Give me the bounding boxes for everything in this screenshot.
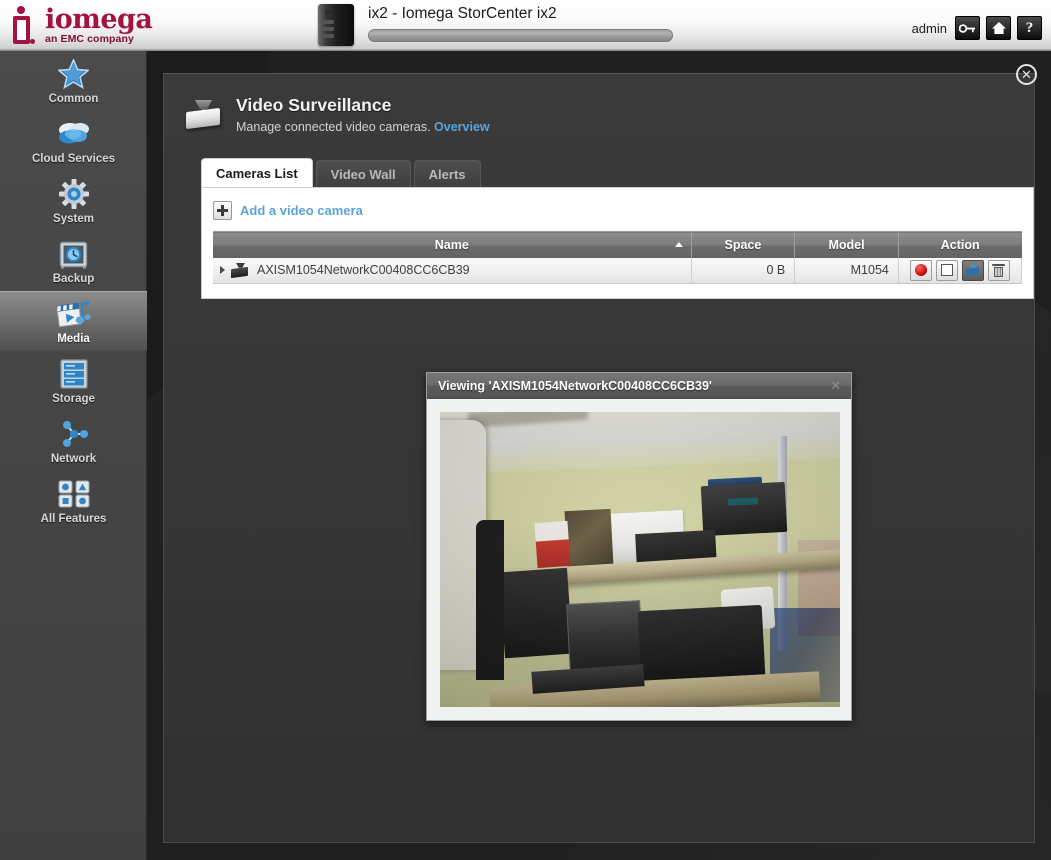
viewer-title-bar[interactable]: Viewing 'AXISM1054NetworkC00408CC6CB39' …: [427, 373, 851, 399]
logo-base-dot: [30, 39, 35, 44]
trash-icon: [992, 263, 1006, 277]
video-camera-icon: [186, 99, 224, 131]
grid-icon: [54, 478, 94, 511]
sidebar-item-label: Network: [50, 452, 97, 465]
content-card: Video Surveillance Manage connected vide…: [163, 73, 1035, 843]
device-bay: [323, 34, 334, 38]
table-row[interactable]: AXISM1054NetworkC00408CC6CB39 0 B M1054: [213, 257, 1023, 284]
plus-icon: [213, 201, 232, 220]
device-info: ix2 - Iomega StorCenter ix2: [318, 4, 673, 46]
cameras-table: Name Space Model Action AXISM1054Network…: [213, 231, 1023, 284]
column-header-name[interactable]: Name: [213, 231, 692, 258]
gear-icon: [54, 178, 94, 211]
tab-cameras-list[interactable]: Cameras List: [201, 158, 313, 187]
safe-clock-icon: [54, 238, 94, 271]
top-header-bar: iomega an EMC company ix2 - Iomega StorC…: [0, 0, 1051, 51]
camera-hood: [195, 100, 212, 109]
viewer-title: Viewing 'AXISM1054NetworkC00408CC6CB39': [438, 378, 712, 393]
cell-space: 0 B: [691, 257, 796, 284]
page-subtitle: Manage connected video cameras. Overview: [236, 120, 490, 134]
page-header: Video Surveillance Manage connected vide…: [164, 74, 1034, 134]
expand-row-icon[interactable]: [220, 266, 225, 275]
brand-name: iomega: [45, 4, 153, 35]
stop-icon: [940, 264, 953, 277]
page-subtitle-text: Manage connected video cameras.: [236, 120, 431, 134]
sidebar-item-label: Cloud Services: [31, 152, 116, 165]
nas-device-icon: [318, 4, 354, 46]
iomega-i-mark: [10, 5, 40, 45]
capacity-progress-bar: [368, 29, 673, 42]
live-camera-feed: [440, 412, 840, 707]
admin-label: admin: [911, 20, 947, 36]
close-icon[interactable]: ✕: [828, 378, 843, 394]
home-icon[interactable]: [986, 16, 1011, 40]
admin-controls: admin ?: [912, 16, 1042, 40]
camera-body: [186, 107, 220, 130]
logo-stem: [13, 16, 30, 44]
logo-dot: [17, 6, 25, 14]
cell-action: [898, 257, 1023, 284]
record-button[interactable]: [909, 259, 932, 281]
sidebar-item-system[interactable]: System: [0, 171, 147, 231]
sidebar-item-network[interactable]: Network: [0, 411, 147, 471]
tab-video-wall[interactable]: Video Wall: [315, 160, 411, 187]
cameras-list-panel: Add a video camera Name Space Model Acti…: [201, 187, 1034, 299]
tab-bar: Cameras List Video Wall Alerts: [201, 158, 1034, 187]
record-icon: [914, 264, 927, 277]
viewer-body: [427, 399, 851, 720]
camera-icon: [965, 264, 980, 277]
add-video-camera-label: Add a video camera: [240, 203, 363, 218]
column-header-model[interactable]: Model: [794, 231, 899, 258]
help-icon[interactable]: ?: [1017, 16, 1042, 40]
network-icon: [54, 418, 94, 451]
media-icon: [54, 298, 94, 331]
iomega-logo: iomega an EMC company: [10, 4, 153, 46]
stop-button[interactable]: [935, 259, 958, 281]
sidebar-item-common[interactable]: Common: [0, 51, 147, 111]
server-icon: [54, 358, 94, 391]
overview-link[interactable]: Overview: [434, 120, 490, 134]
device-bay: [323, 20, 334, 24]
sidebar-item-media[interactable]: Media: [0, 291, 147, 351]
camera-icon: [231, 262, 250, 278]
device-title: ix2 - Iomega StorCenter ix2: [368, 5, 557, 22]
cloud-icon: [54, 118, 94, 151]
sidebar-item-label: Common: [48, 92, 99, 105]
view-camera-button[interactable]: [961, 259, 984, 281]
column-header-name-label: Name: [434, 237, 469, 252]
cell-model: M1054: [794, 257, 899, 284]
column-header-space[interactable]: Space: [691, 231, 796, 258]
star-icon: [54, 58, 94, 91]
table-header-row: Name Space Model Action: [213, 231, 1022, 258]
sidebar-nav: Common Cloud Services System Backup Medi…: [0, 51, 147, 860]
sidebar-item-backup[interactable]: Backup: [0, 231, 147, 291]
page-title: Video Surveillance: [236, 95, 392, 115]
sort-ascending-icon: [674, 242, 683, 247]
device-led-icon: [325, 10, 330, 15]
camera-viewer-dialog: Viewing 'AXISM1054NetworkC00408CC6CB39' …: [426, 372, 852, 721]
sidebar-item-label: System: [53, 212, 94, 225]
sidebar-item-storage[interactable]: Storage: [0, 351, 147, 411]
sidebar-item-all-features[interactable]: All Features: [0, 471, 147, 531]
cell-name: AXISM1054NetworkC00408CC6CB39: [213, 257, 692, 284]
column-header-action: Action: [898, 231, 1022, 258]
sidebar-item-label: All Features: [40, 512, 107, 525]
sidebar-item-label: Backup: [52, 272, 95, 285]
close-panel-icon[interactable]: ✕: [1016, 64, 1037, 85]
tab-alerts[interactable]: Alerts: [413, 160, 481, 187]
key-icon[interactable]: [955, 16, 980, 40]
camera-name: AXISM1054NetworkC00408CC6CB39: [257, 263, 470, 278]
add-video-camera-button[interactable]: Add a video camera: [213, 201, 363, 220]
device-bay: [323, 27, 334, 31]
sidebar-item-label: Storage: [52, 392, 95, 405]
delete-button[interactable]: [987, 259, 1010, 281]
main-content-area: ✕ Video Surveillance Manage connected vi…: [147, 51, 1051, 860]
sidebar-item-cloud-services[interactable]: Cloud Services: [0, 111, 147, 171]
sidebar-item-label: Media: [57, 332, 90, 345]
